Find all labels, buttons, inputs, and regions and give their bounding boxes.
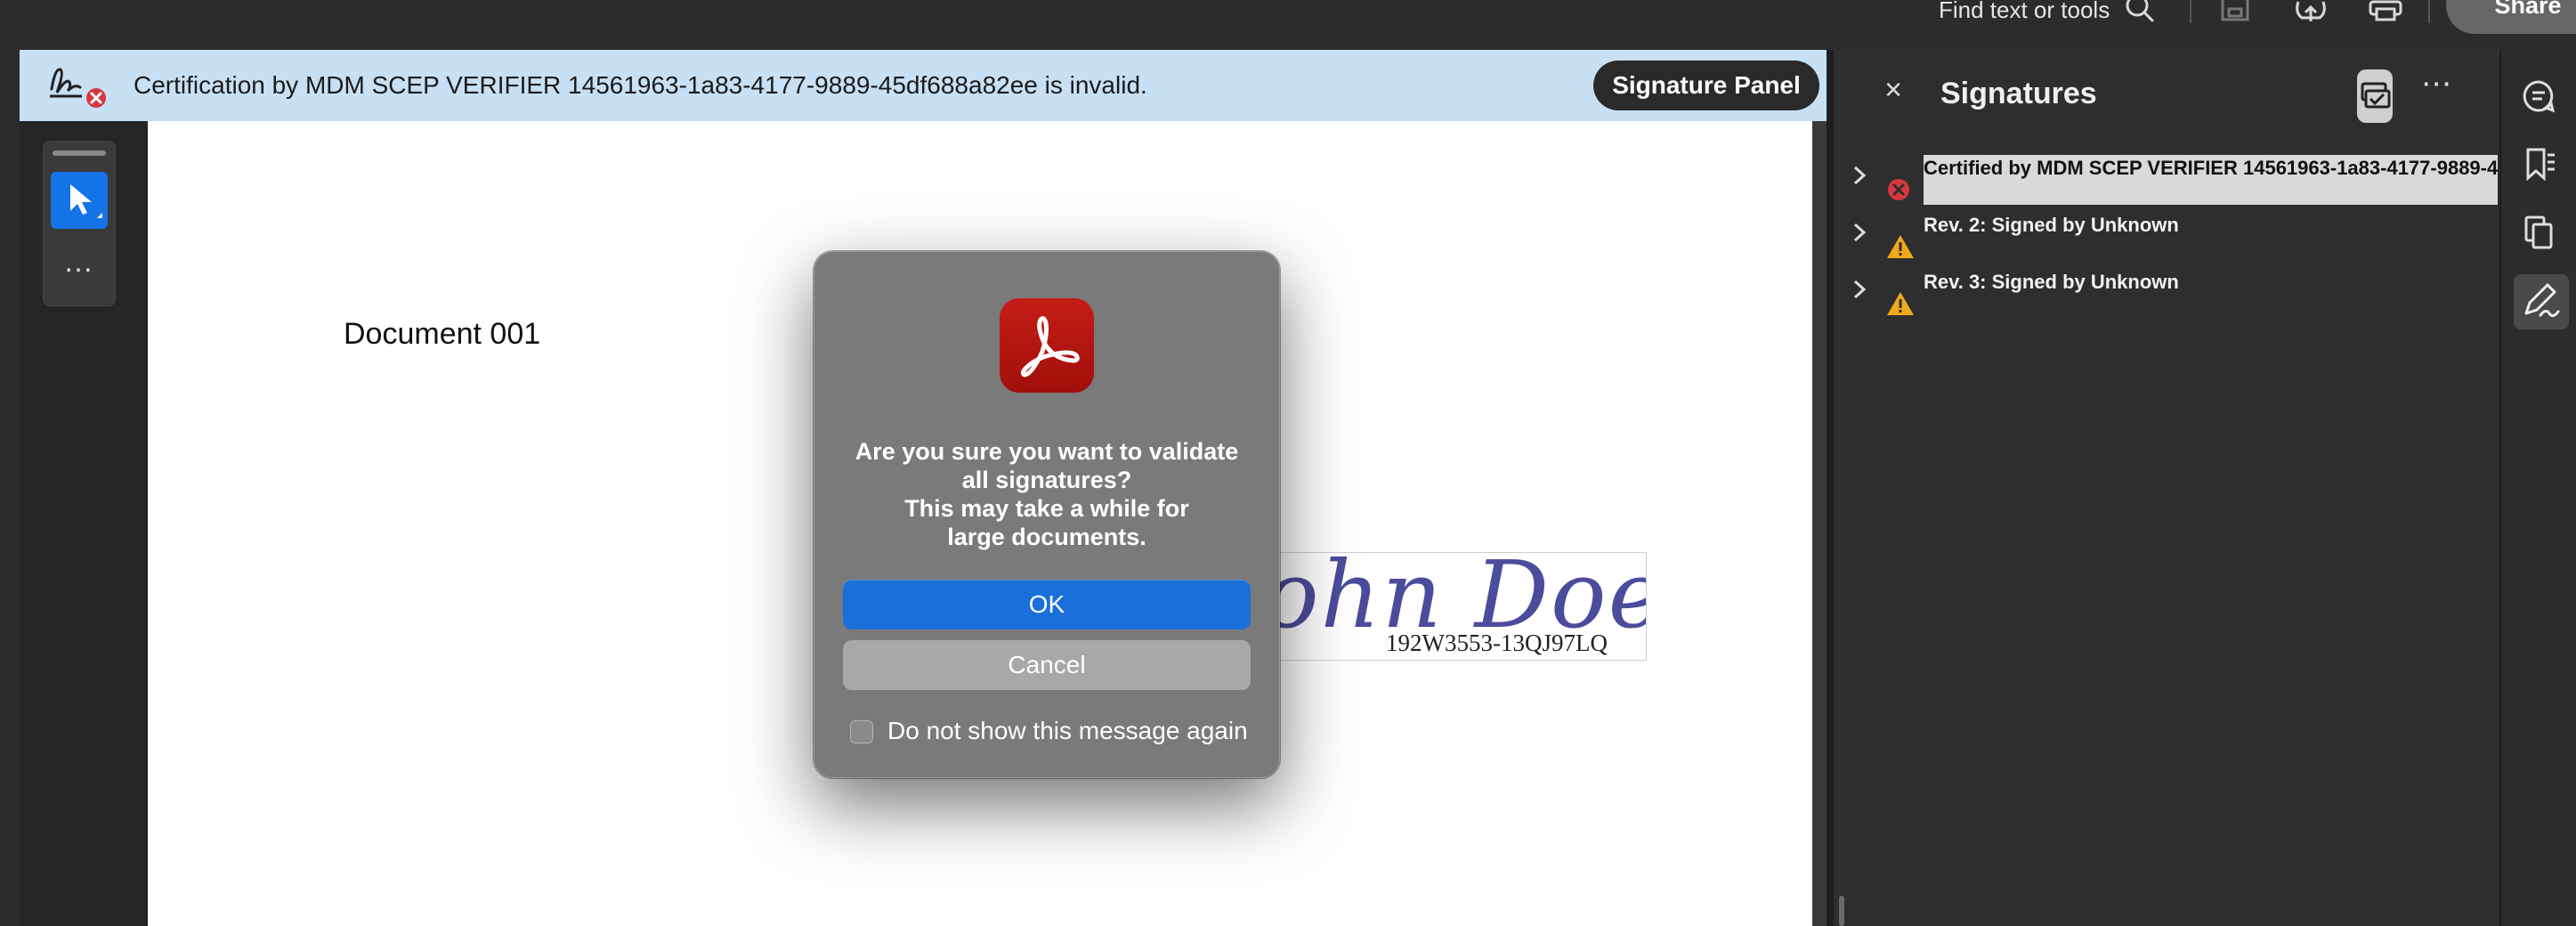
find-text-input[interactable]: Find text or tools <box>1939 0 2110 21</box>
panel-splitter[interactable] <box>1827 50 1834 926</box>
search-icon[interactable] <box>2126 0 2154 28</box>
bookmark-icon[interactable] <box>2521 146 2556 186</box>
signature-warning-icon <box>1885 233 1916 264</box>
signature-row-label: Certified by MDM SCEP VERIFIER 14561963-… <box>1924 155 2498 205</box>
select-tool-button[interactable] <box>51 172 108 229</box>
signature-row-label: Rev. 2: Signed by Unknown <box>1924 214 2179 236</box>
print-icon[interactable] <box>2368 0 2403 28</box>
floating-tool-rail: … <box>43 141 116 306</box>
close-panel-button[interactable]: × <box>1880 75 1907 105</box>
rail-drag-handle[interactable] <box>53 150 106 156</box>
more-tools-button[interactable]: … <box>44 247 115 284</box>
left-gutter <box>0 50 20 926</box>
select-arrow-icon <box>70 184 102 218</box>
signature-row-certified[interactable]: Certified by MDM SCEP VERIFIER 14561963-… <box>1834 155 2499 208</box>
signature-error-icon <box>1885 176 1912 207</box>
dialog-message-line: all signatures? <box>961 467 1132 493</box>
panel-title: Signatures <box>1940 77 2097 110</box>
validate-signatures-dialog: Are you sure you want to validate all si… <box>814 251 1280 778</box>
banner-message: Certification by MDM SCEP VERIFIER 14561… <box>134 71 1147 99</box>
dialog-message-line: Are you sure you want to validate <box>855 438 1239 465</box>
expand-chevron-icon[interactable] <box>1850 276 1871 307</box>
acrobat-logo-icon <box>1000 298 1094 393</box>
right-tool-rail <box>2499 50 2576 926</box>
toolbar-divider <box>2428 0 2430 23</box>
signature-warning-icon <box>1885 290 1916 321</box>
top-toolbar: Find text or tools Share <box>0 0 2576 50</box>
dialog-message-line: This may take a while for <box>904 495 1189 522</box>
do-not-show-label[interactable]: Do not show this message again <box>887 717 1248 745</box>
dialog-message-line: large documents. <box>947 524 1146 550</box>
signature-id-text: 192W3553-13QJ97LQ <box>1386 630 1608 656</box>
pages-icon[interactable] <box>2521 214 2556 254</box>
expand-chevron-icon[interactable] <box>1850 162 1871 193</box>
ok-button[interactable]: OK <box>843 580 1251 630</box>
share-button[interactable]: Share <box>2446 0 2576 34</box>
panel-more-options-button[interactable]: ⋯ <box>2421 66 2453 102</box>
page-scroll-edge <box>1812 121 1827 926</box>
signature-field[interactable]: ohn Doe 192W3553-13QJ97LQ <box>1262 552 1647 661</box>
expand-chevron-icon[interactable] <box>1850 219 1871 250</box>
panel-scrollbar[interactable] <box>1839 896 1844 926</box>
signature-row-rev2[interactable]: Rev. 2: Signed by Unknown <box>1834 212 2499 265</box>
comment-icon[interactable] <box>2521 78 2556 118</box>
signature-panel-button[interactable]: Signature Panel <box>1593 61 1819 110</box>
toolbar-divider <box>2190 0 2191 23</box>
upload-cloud-icon[interactable] <box>2293 0 2329 28</box>
document-title-text: Document 001 <box>344 317 541 351</box>
signature-row-label: Rev. 3: Signed by Unknown <box>1924 271 2179 293</box>
cancel-button[interactable]: Cancel <box>843 640 1251 690</box>
signature-status-banner: Certification by MDM SCEP VERIFIER 14561… <box>20 50 1827 121</box>
do-not-show-checkbox[interactable] <box>850 720 873 743</box>
fill-sign-icon <box>2524 283 2560 318</box>
signature-row-rev3[interactable]: Rev. 3: Signed by Unknown <box>1834 269 2499 322</box>
dialog-message: Are you sure you want to validate all si… <box>832 437 1261 551</box>
save-icon[interactable] <box>2220 0 2250 28</box>
signature-invalid-icon <box>46 62 110 113</box>
validate-signatures-icon <box>2361 82 2391 109</box>
validate-all-button[interactable] <box>2357 69 2393 123</box>
fill-sign-tool-button[interactable] <box>2514 274 2569 329</box>
signatures-panel: × Signatures ⋯ Certified by MDM SCEP VER… <box>1834 50 2499 926</box>
share-button-label: Share <box>2494 0 2562 19</box>
